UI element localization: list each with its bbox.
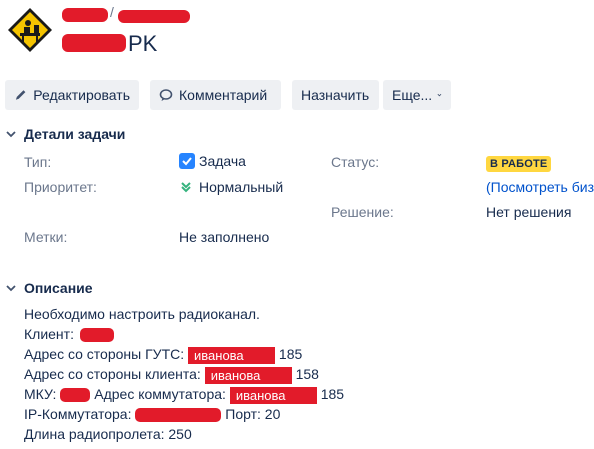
resolution-value: Нет решения — [486, 204, 572, 220]
redacted-gts-address: иванова — [188, 346, 276, 364]
redacted-project-name — [62, 8, 108, 22]
comment-button[interactable]: Комментарий — [150, 80, 281, 110]
project-avatar[interactable] — [6, 6, 54, 54]
more-button[interactable]: Еще... — [383, 80, 451, 110]
client-label: Клиент: — [24, 326, 74, 342]
type-label: Тип: — [24, 154, 52, 170]
switch-address-label: Адрес коммутатора: — [94, 386, 226, 402]
type-value-text: Задача — [199, 153, 246, 169]
redacted-client-address: иванова — [204, 366, 292, 384]
mku-label: МКУ: — [24, 386, 57, 402]
edit-button[interactable]: Редактировать — [5, 80, 139, 110]
switch-number: 185 — [320, 386, 345, 402]
edit-button-label: Редактировать — [33, 87, 130, 103]
priority-medium-icon — [181, 182, 191, 193]
description-line: Клиент: — [24, 324, 344, 344]
description-body[interactable]: Необходимо настроить радиоканал. Клиент:… — [24, 304, 344, 444]
chevron-down-icon — [6, 131, 16, 138]
description-line: Необходимо настроить радиоканал. — [24, 306, 260, 322]
details-section-toggle[interactable]: Детали задачи — [4, 126, 125, 142]
assign-button-label: Назначить — [301, 87, 370, 103]
description-line: МКУ: Адрес коммутатора: иванова 185 — [24, 384, 344, 404]
more-button-label: Еще... — [392, 87, 433, 103]
redacted-ip — [135, 408, 222, 423]
status-badge: В РАБОТЕ — [486, 154, 552, 172]
redacted-issue-key — [118, 10, 190, 23]
comment-button-label: Комментарий — [179, 87, 268, 103]
issue-title: PK — [128, 31, 158, 56]
port-label: Порт: 20 — [225, 406, 281, 422]
redacted-issue-title — [62, 34, 126, 52]
chevron-down-icon — [6, 285, 16, 292]
status-label: Статус: — [331, 154, 380, 170]
assign-button[interactable]: Назначить — [292, 80, 379, 110]
construction-sign-icon — [8, 8, 52, 52]
ip-label: IP-Коммутатора: — [24, 406, 132, 422]
status-badge-text: В РАБОТЕ — [486, 156, 552, 172]
gts-number: 185 — [278, 346, 303, 362]
labels-label: Метки: — [24, 229, 68, 245]
description-section-title: Описание — [24, 280, 93, 296]
redacted-client — [79, 328, 114, 343]
type-value: Задача — [179, 153, 246, 169]
breadcrumb-separator: / — [110, 4, 114, 20]
client-address-label: Адрес со стороны клиента: — [24, 366, 201, 382]
view-workflow-link[interactable]: (Посмотреть биз — [486, 179, 594, 195]
gts-address-label: Адрес со стороны ГУТС: — [24, 346, 185, 362]
resolution-label: Решение: — [331, 204, 394, 220]
priority-value: Нормальный — [180, 179, 283, 195]
labels-value[interactable]: Не заполнено — [179, 229, 269, 245]
comment-icon — [159, 89, 173, 101]
redacted-switch-address: иванова — [229, 386, 317, 404]
priority-label: Приоритет: — [24, 179, 97, 195]
details-section-title: Детали задачи — [24, 126, 126, 142]
description-section-toggle[interactable]: Описание — [4, 280, 93, 296]
task-checkbox-icon — [179, 153, 195, 169]
chevron-down-icon — [437, 93, 442, 97]
pencil-icon — [15, 90, 26, 100]
description-line: Длина радиопролета: 250 — [24, 426, 192, 442]
redacted-mku — [60, 388, 91, 403]
client-address-number: 158 — [295, 366, 319, 382]
priority-value-text: Нормальный — [199, 179, 284, 195]
description-line: IP-Коммутатора: Порт: 20 — [24, 404, 344, 424]
description-line: Адрес со стороны клиента: иванова 158 — [24, 364, 344, 384]
description-line: Адрес со стороны ГУТС: иванова 185 — [24, 344, 344, 364]
